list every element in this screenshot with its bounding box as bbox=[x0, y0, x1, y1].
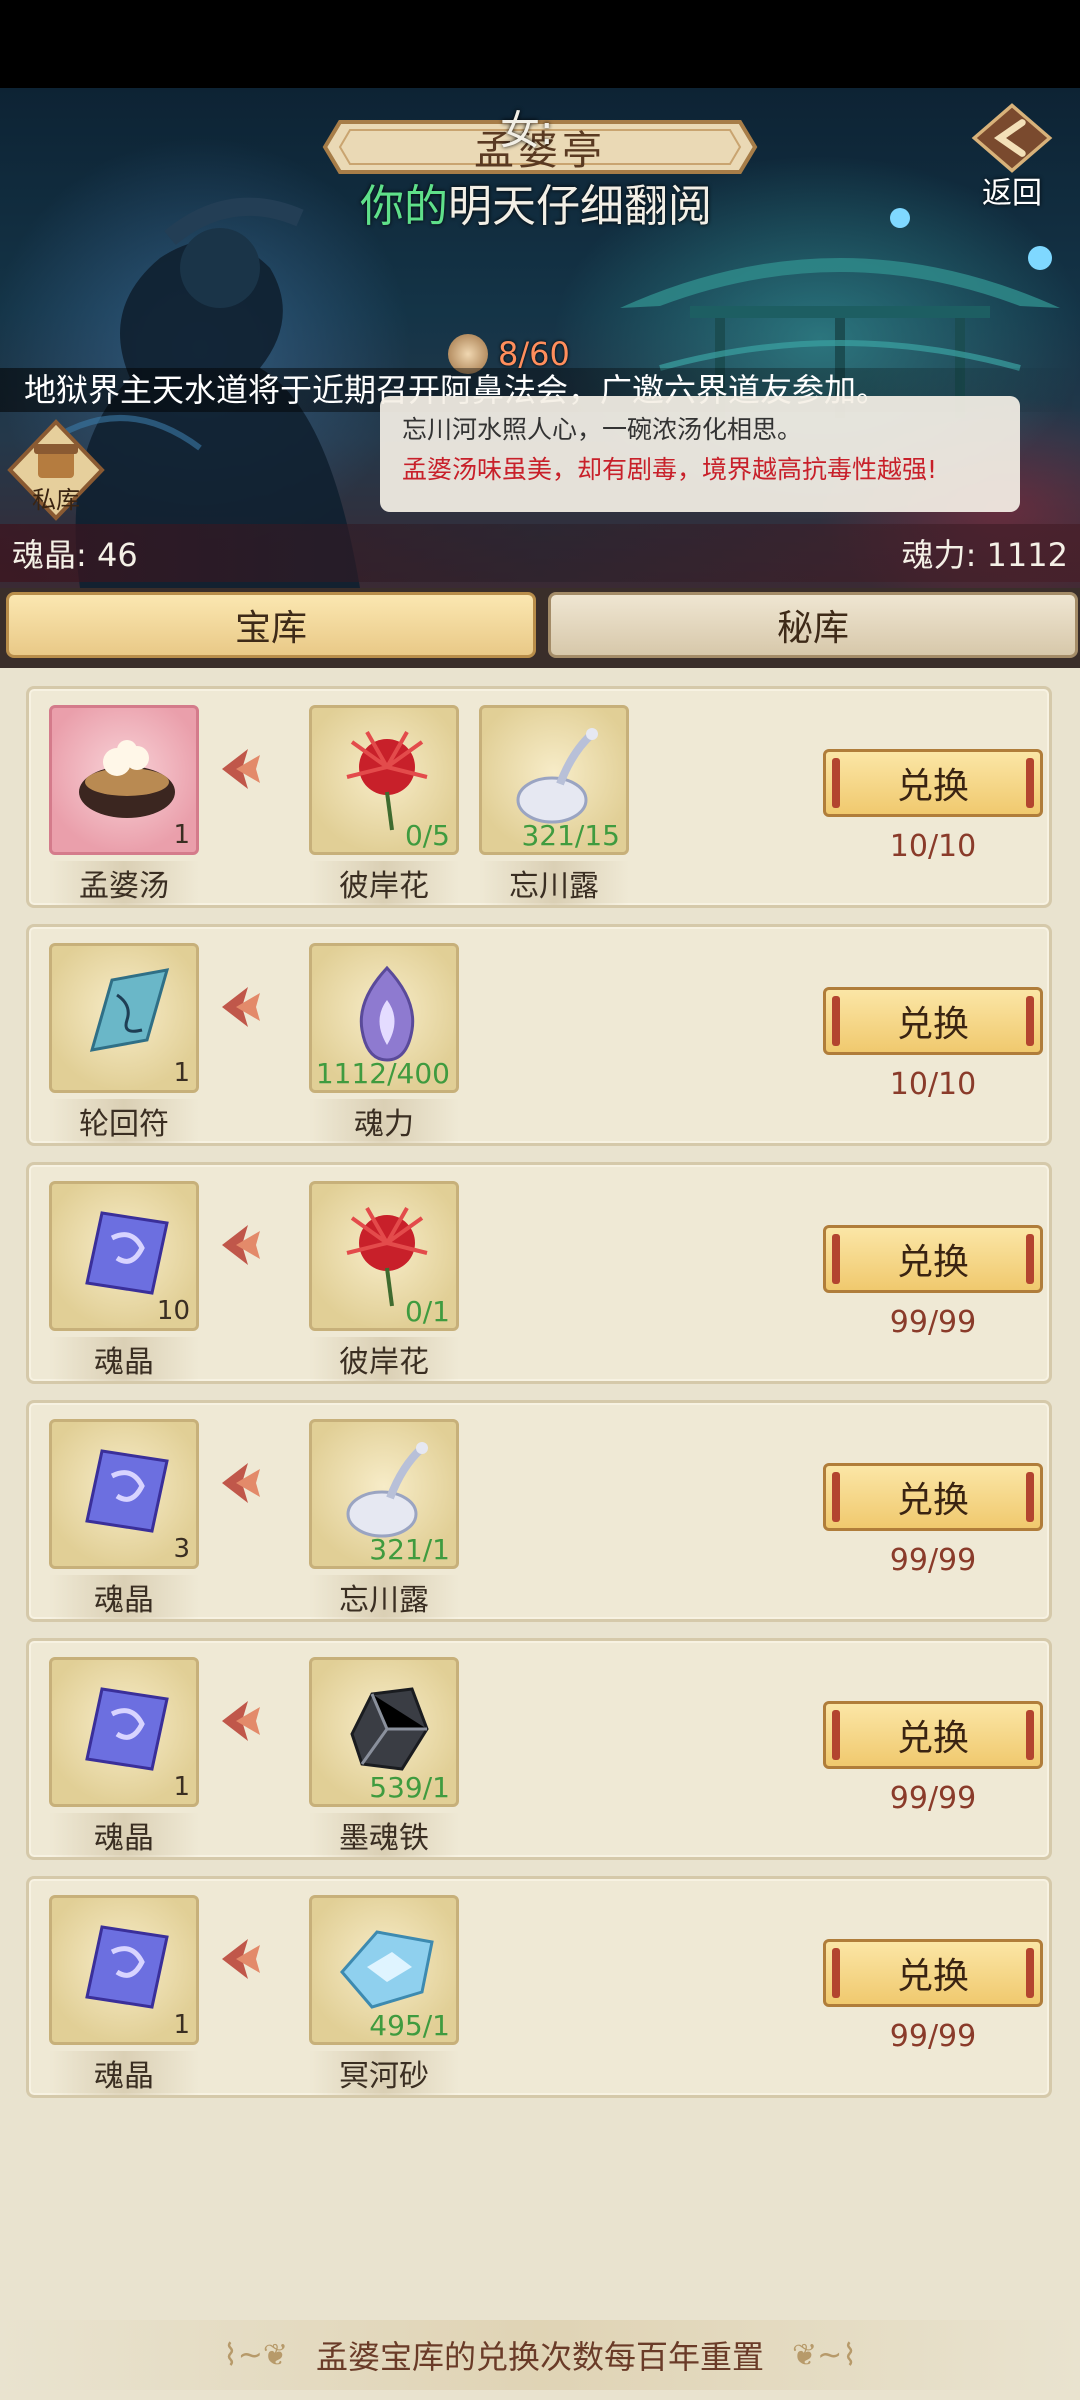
exchange-list: 1 孟婆汤 0/5 彼岸花 321/15 忘川露 兑换 10/10 1 轮回符 … bbox=[0, 668, 1080, 2268]
exchange-row: 10 魂晶 0/1 彼岸花 兑换 99/99 bbox=[26, 1162, 1052, 1384]
result-name: 魂晶 bbox=[49, 1575, 199, 1619]
exchange-button[interactable]: 兑换 bbox=[823, 1939, 1043, 2007]
talisman-icon bbox=[89, 968, 170, 1052]
exchange-button[interactable]: 兑换 bbox=[823, 1463, 1043, 1531]
exchange-arrow-icon bbox=[222, 1701, 260, 1741]
exchange-button[interactable]: 兑换 bbox=[823, 1701, 1043, 1769]
exchange-arrow-icon bbox=[222, 987, 260, 1027]
exchange-limit: 99/99 bbox=[889, 1305, 977, 1340]
resource-bar: 魂晶: 46 魂力: 1112 bbox=[0, 524, 1080, 582]
return-button[interactable]: 返回 bbox=[960, 102, 1064, 212]
result-name: 孟婆汤 bbox=[49, 861, 199, 905]
status-bar bbox=[0, 0, 1080, 88]
exchange-arrow-icon bbox=[222, 1939, 260, 1979]
cost-name: 冥河砂 bbox=[309, 2051, 459, 2095]
exchange-button[interactable]: 兑换 bbox=[823, 987, 1043, 1055]
right-ornament-icon: ❦~⌇ bbox=[792, 2337, 857, 2373]
result-slot[interactable]: 1 bbox=[49, 1657, 199, 1807]
result-name: 魂晶 bbox=[49, 1337, 199, 1381]
exchange-button[interactable]: 兑换 bbox=[823, 1225, 1043, 1293]
exchange-arrow-icon bbox=[222, 1463, 260, 1503]
result-slot[interactable]: 10 bbox=[49, 1181, 199, 1331]
exchange-row: 1 魂晶 539/1 墨魂铁 兑换 99/99 bbox=[26, 1638, 1052, 1860]
exchange-limit: 99/99 bbox=[889, 2019, 977, 2054]
exchange-row: 1 孟婆汤 0/5 彼岸花 321/15 忘川露 兑换 10/10 bbox=[26, 686, 1052, 908]
exchange-row: 1 魂晶 495/1 冥河砂 兑换 99/99 bbox=[26, 1876, 1052, 2098]
soul-crystal-icon bbox=[85, 1925, 169, 2009]
result-name: 魂晶 bbox=[49, 1813, 199, 1857]
soul-crystal-icon bbox=[85, 1449, 169, 1533]
exchange-limit: 10/10 bbox=[889, 1067, 977, 1102]
cost-slot[interactable]: 321/15 bbox=[479, 705, 629, 855]
result-slot[interactable]: 3 bbox=[49, 1419, 199, 1569]
tab-bar: 宝库 秘库 bbox=[0, 588, 1080, 668]
tab-treasury[interactable]: 宝库 bbox=[6, 592, 536, 658]
soul-crystal-icon bbox=[85, 1211, 169, 1295]
exchange-button[interactable]: 兑换 bbox=[823, 749, 1043, 817]
result-slot[interactable]: 1 bbox=[49, 943, 199, 1093]
result-name: 轮回符 bbox=[49, 1099, 199, 1143]
cost-name: 忘川露 bbox=[479, 861, 629, 905]
result-slot[interactable]: 1 bbox=[49, 1895, 199, 2045]
red-spider-lily-icon bbox=[346, 731, 428, 831]
footer-note: ⌇~❦ 孟婆宝库的兑换次数每百年重置 ❦~⌇ bbox=[0, 2320, 1080, 2390]
private-storage-button[interactable]: 私库 bbox=[4, 418, 108, 528]
npc-speech-bubble: 忘川河水照人心，一碗浓汤化相思。 孟婆汤味虽美，却有剧毒，境界越高抗毒性越强! bbox=[380, 396, 1020, 512]
cost-name: 魂力 bbox=[309, 1099, 459, 1143]
soup-icon bbox=[79, 740, 175, 818]
blue-sand-icon bbox=[340, 1930, 434, 2009]
cost-name: 彼岸花 bbox=[309, 1337, 459, 1381]
exchange-limit: 10/10 bbox=[889, 829, 977, 864]
exchange-arrow-icon bbox=[222, 1225, 260, 1265]
soul-crystal-icon bbox=[85, 1687, 169, 1771]
left-ornament-icon: ⌇~❦ bbox=[223, 2337, 288, 2373]
black-ore-icon bbox=[350, 1687, 429, 1771]
cost-slot[interactable]: 0/1 bbox=[309, 1181, 459, 1331]
exchange-limit: 99/99 bbox=[889, 1781, 977, 1816]
dew-flask-icon bbox=[346, 1442, 428, 1538]
cost-name: 忘川露 bbox=[309, 1575, 459, 1619]
cost-name: 墨魂铁 bbox=[309, 1813, 459, 1857]
red-spider-lily-icon bbox=[346, 1207, 428, 1307]
exchange-limit: 99/99 bbox=[889, 1543, 977, 1578]
header-banner: 孟婆亭 女: 你的明天仔细翻阅 返回 8/60 地狱界主天水道将于近期召开阿鼻法… bbox=[0, 88, 1080, 588]
cost-slot[interactable]: 1112/400 bbox=[309, 943, 459, 1093]
subtitle-overlay-line1: 女: bbox=[500, 108, 554, 154]
dew-flask-icon bbox=[516, 728, 598, 824]
exchange-row: 3 魂晶 321/1 忘川露 兑换 99/99 bbox=[26, 1400, 1052, 1622]
cost-slot[interactable]: 0/5 bbox=[309, 705, 459, 855]
tab-secret[interactable]: 秘库 bbox=[548, 592, 1078, 658]
exchange-row: 1 轮回符 1112/400 魂力 兑换 10/10 bbox=[26, 924, 1052, 1146]
soul-crystal-total: 魂晶: 46 bbox=[12, 536, 138, 574]
subtitle-overlay-line2: 你的明天仔细翻阅 bbox=[360, 181, 712, 232]
result-name: 魂晶 bbox=[49, 2051, 199, 2095]
exchange-arrow-icon bbox=[222, 749, 260, 789]
soul-flame-icon bbox=[359, 965, 415, 1062]
cost-slot[interactable]: 495/1 bbox=[309, 1895, 459, 2045]
soul-power-total: 魂力: 1112 bbox=[901, 536, 1068, 574]
result-slot[interactable]: 1 bbox=[49, 705, 199, 855]
return-arrow-icon bbox=[971, 103, 1053, 173]
cost-slot[interactable]: 539/1 bbox=[309, 1657, 459, 1807]
cost-name: 彼岸花 bbox=[309, 861, 459, 905]
cost-slot[interactable]: 321/1 bbox=[309, 1419, 459, 1569]
